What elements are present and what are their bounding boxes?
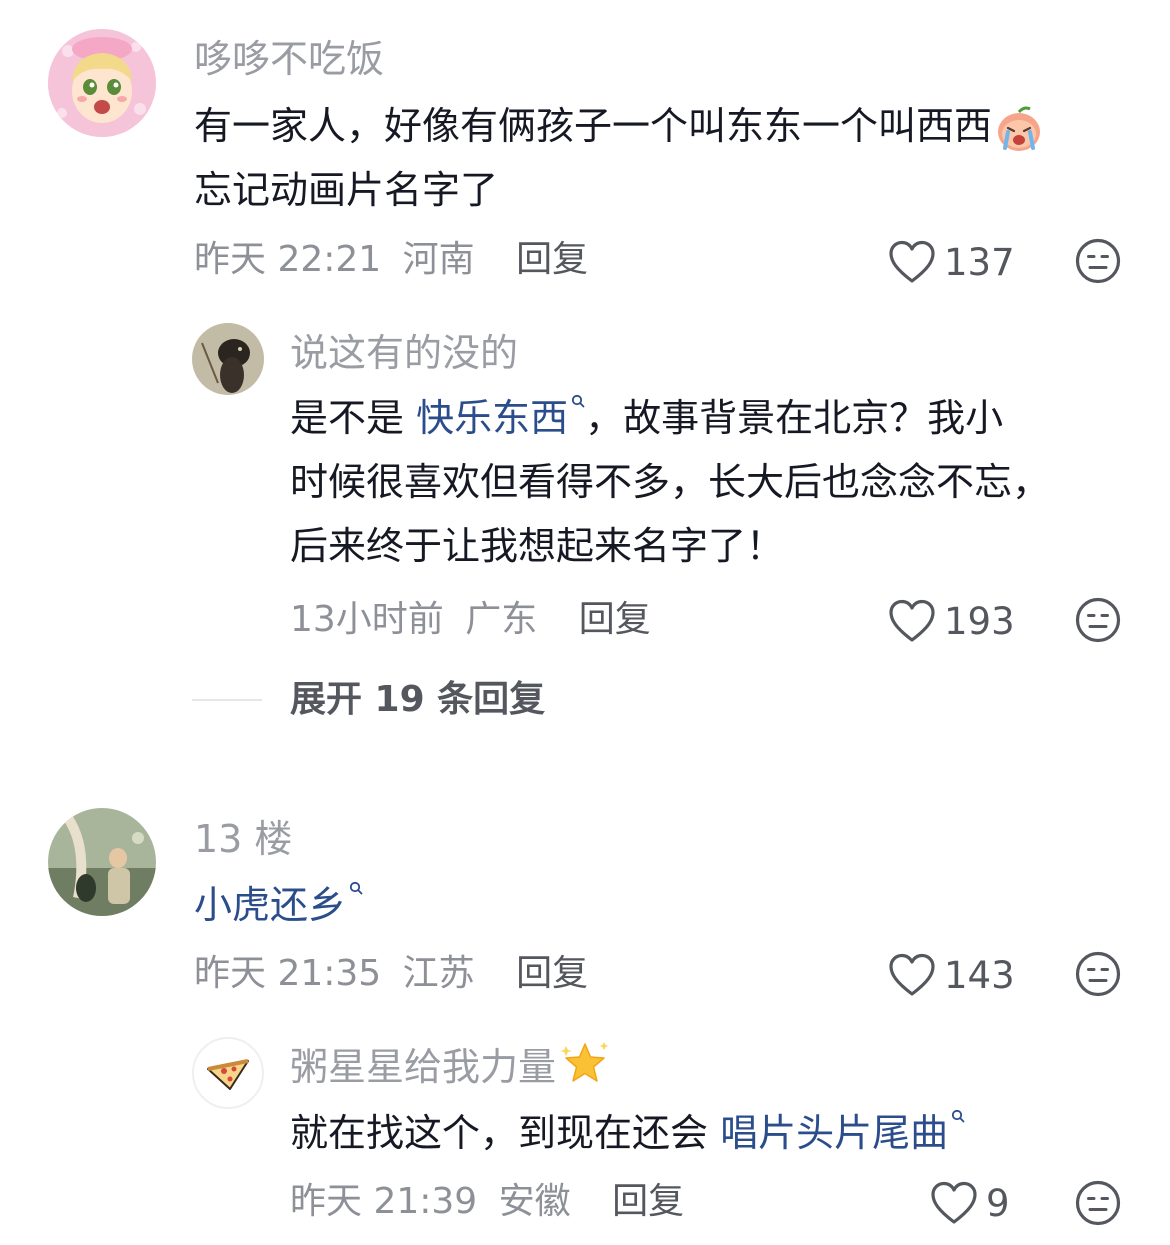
- heart-icon: [888, 240, 936, 284]
- like-button[interactable]: 143: [888, 953, 1015, 997]
- sparkle-star-badge-icon: [560, 1041, 609, 1082]
- avatar-cartoon-girl-icon: [48, 29, 156, 137]
- timestamp: 昨天 21:39: [290, 1181, 478, 1222]
- location: 江苏: [402, 953, 475, 994]
- search-link[interactable]: 小虎还乡: [194, 883, 346, 927]
- pizza-slice-icon: [207, 1059, 249, 1090]
- expand-replies-button[interactable]: 展开 19 条回复: [290, 682, 545, 718]
- reply-text-part: ，故事背景在北京？我小: [585, 396, 1004, 440]
- avatar[interactable]: [48, 29, 156, 137]
- reply-text-line: 后来终于让我想起来名字了！: [290, 524, 785, 568]
- username[interactable]: 粥星星给我力量: [290, 1041, 610, 1089]
- like-count: 193: [944, 599, 1015, 643]
- like-button[interactable]: 193: [888, 599, 1015, 643]
- like-count: 137: [944, 240, 1015, 284]
- dislike-face-icon[interactable]: [1075, 597, 1121, 643]
- reply-button[interactable]: 回复: [516, 953, 588, 994]
- search-icon[interactable]: [349, 881, 363, 895]
- comment-text: 小虎还乡: [194, 873, 1094, 937]
- comment-text: 有一家人，好像有俩孩子一个叫东东一个叫西西 忘记动画片名字了: [194, 94, 1154, 222]
- location: 安徽: [498, 1181, 571, 1222]
- avatar[interactable]: [192, 1037, 264, 1109]
- reply-button[interactable]: 回复: [612, 1181, 684, 1222]
- username[interactable]: 说这有的没的: [290, 334, 518, 372]
- reply-text-line: 时候很喜欢但看得不多，长大后也念念不忘，: [290, 460, 1051, 504]
- avatar-illustration-icon: [48, 808, 156, 916]
- username-text: 粥星星给我力量: [290, 1045, 557, 1089]
- heart-icon: [930, 1181, 978, 1225]
- avatar[interactable]: [48, 808, 156, 916]
- username[interactable]: 13 楼: [194, 820, 292, 858]
- like-button[interactable]: 137: [888, 240, 1015, 284]
- reply-meta: 13小时前 广东 回复: [290, 602, 651, 638]
- crying-peach-emoji-icon: [998, 106, 1041, 151]
- avatar[interactable]: [192, 323, 264, 395]
- search-icon[interactable]: [571, 394, 585, 408]
- reply-text: 就在找这个，到现在还会 唱片头片尾曲: [290, 1101, 1130, 1165]
- search-icon[interactable]: [951, 1109, 965, 1123]
- reply-button[interactable]: 回复: [579, 599, 651, 640]
- reply-button[interactable]: 回复: [516, 239, 588, 280]
- comment-text-line: 有一家人，好像有俩孩子一个叫东东一个叫西西: [194, 104, 993, 148]
- expand-divider: [192, 699, 262, 701]
- reply-text-part: 是不是: [290, 396, 417, 440]
- location: 河南: [402, 239, 475, 280]
- timestamp: 昨天 22:21: [194, 239, 382, 280]
- heart-icon: [888, 953, 936, 997]
- reply-text: 是不是 快乐东西 ，故事背景在北京？我小 时候很喜欢但看得不多，长大后也念念不忘，…: [290, 386, 1130, 578]
- search-link[interactable]: 快乐东西: [416, 396, 568, 440]
- comment-text-line: 忘记动画片名字了: [194, 168, 499, 212]
- comment-meta: 昨天 22:21 河南 回复: [194, 242, 588, 278]
- like-count: 143: [944, 953, 1015, 997]
- reply-meta: 昨天 21:39 安徽 回复: [290, 1184, 684, 1220]
- dislike-face-icon[interactable]: [1075, 238, 1121, 284]
- like-button[interactable]: 9: [930, 1181, 1010, 1225]
- avatar-animal-photo-icon: [192, 323, 264, 395]
- location: 广东: [465, 599, 538, 640]
- timestamp: 昨天 21:35: [194, 953, 382, 994]
- like-count: 9: [986, 1181, 1010, 1225]
- heart-icon: [888, 599, 936, 643]
- search-link[interactable]: 唱片头片尾曲: [720, 1111, 948, 1155]
- dislike-face-icon[interactable]: [1075, 951, 1121, 997]
- username[interactable]: 哆哆不吃饭: [194, 40, 384, 78]
- dislike-face-icon[interactable]: [1075, 1180, 1121, 1226]
- comment-meta: 昨天 21:35 江苏 回复: [194, 956, 588, 992]
- reply-text-part: 就在找这个，到现在还会: [290, 1111, 721, 1155]
- timestamp: 13小时前: [290, 599, 444, 640]
